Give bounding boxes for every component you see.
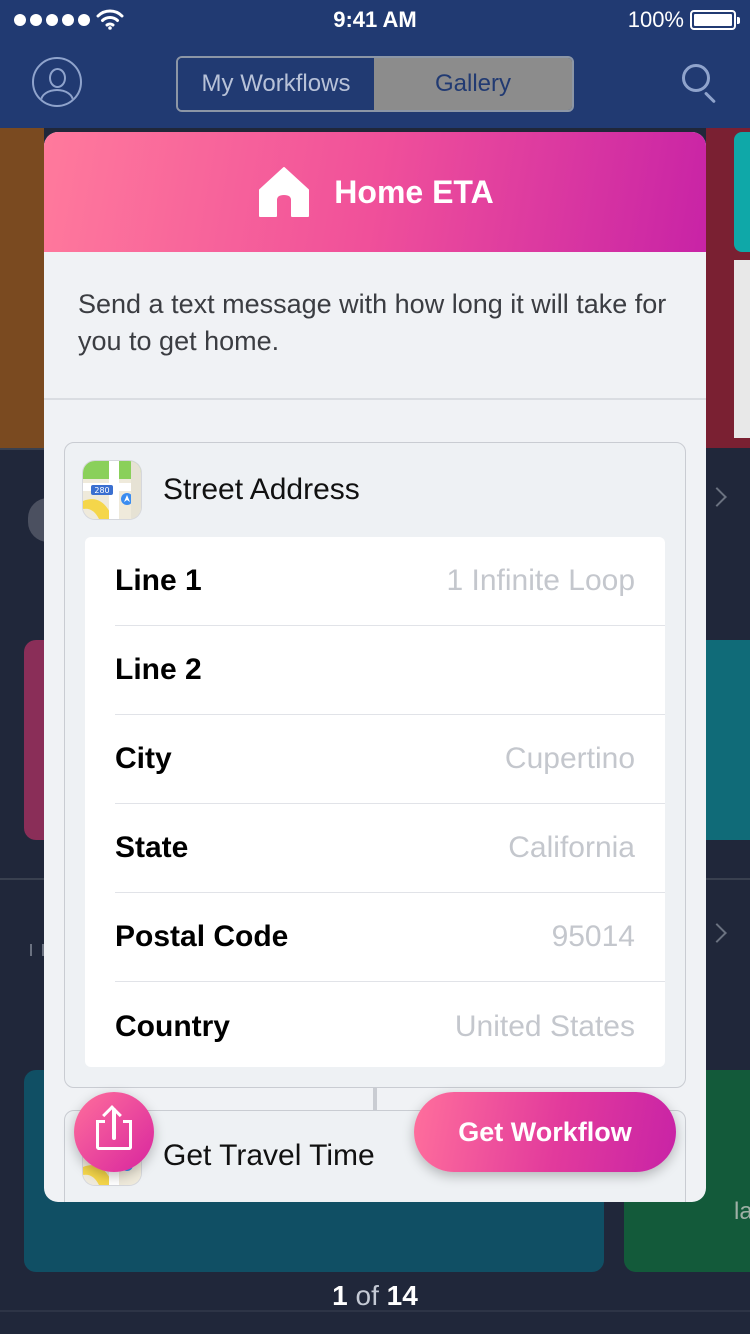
status-bar: 9:41 AM 100% xyxy=(0,0,750,40)
field-label: Country xyxy=(115,1009,230,1043)
field-line-1[interactable]: Line 1 1 Infinite Loop xyxy=(115,537,665,626)
field-label: Line 2 xyxy=(115,653,202,686)
get-workflow-button[interactable]: Get Workflow xyxy=(414,1092,676,1172)
current-page: 1 xyxy=(332,1280,348,1311)
workflow-segmented-control: My Workflows Gallery xyxy=(176,56,574,112)
svg-text:280: 280 xyxy=(94,486,109,495)
field-label: City xyxy=(115,742,172,775)
bottom-divider xyxy=(0,1310,750,1312)
background-card xyxy=(24,640,44,840)
battery-percentage: 100% xyxy=(627,7,684,32)
navigation-bar: 9:41 AM 100% My Workflows Gallery xyxy=(0,0,750,128)
field-country[interactable]: Country United States xyxy=(115,982,665,1071)
background-icon xyxy=(30,944,44,956)
action-header: 280 Street Address xyxy=(83,461,360,519)
field-postal-code[interactable]: Postal Code 95014 xyxy=(115,893,665,982)
workflow-title: Home ETA xyxy=(334,173,494,210)
description-section: Send a text message with how long it wil… xyxy=(44,252,706,400)
background-card xyxy=(734,132,750,252)
field-placeholder: 95014 xyxy=(551,920,635,953)
total-pages: 14 xyxy=(386,1280,418,1311)
tab-my-workflows[interactable]: My Workflows xyxy=(178,58,374,110)
page-indicator: 1 of 14 xyxy=(0,1280,750,1312)
field-placeholder: United States xyxy=(454,1009,635,1043)
field-label: Line 1 xyxy=(115,564,202,597)
share-button[interactable] xyxy=(74,1092,154,1172)
field-placeholder: 1 Infinite Loop xyxy=(446,564,635,597)
action-title: Street Address xyxy=(163,473,360,506)
tab-gallery[interactable]: Gallery xyxy=(374,58,572,110)
background-card xyxy=(734,260,750,438)
profile-icon[interactable] xyxy=(32,57,82,107)
address-form: Line 1 1 Infinite Loop Line 2 City Cuper… xyxy=(85,537,665,1067)
field-line-2[interactable]: Line 2 xyxy=(115,626,665,715)
background-card xyxy=(0,128,44,448)
field-state[interactable]: State California xyxy=(115,804,665,893)
workflow-description: Send a text message with how long it wil… xyxy=(78,289,667,356)
action-connector xyxy=(373,1088,377,1110)
background-divider xyxy=(0,448,44,450)
field-placeholder: Cupertino xyxy=(504,742,635,775)
background-card-text: la xyxy=(734,1198,750,1225)
chevron-right-icon xyxy=(707,923,727,943)
workflow-detail-card: Home ETA Send a text message with how lo… xyxy=(44,132,706,1202)
chevron-right-icon xyxy=(707,487,727,507)
field-label: State xyxy=(115,831,189,864)
maps-icon: 280 xyxy=(83,461,141,519)
action-street-address[interactable]: 280 Street Address Line 1 1 Infinite Loo… xyxy=(64,442,686,1088)
field-label: Postal Code xyxy=(115,920,289,953)
search-icon[interactable] xyxy=(682,64,720,104)
battery-icon xyxy=(690,10,740,30)
field-placeholder: California xyxy=(508,831,635,864)
page-separator: of xyxy=(355,1280,379,1311)
field-city[interactable]: City Cupertino xyxy=(115,715,665,804)
home-icon xyxy=(256,164,312,220)
card-header: Home ETA xyxy=(44,132,706,252)
action-title: Get Travel Time xyxy=(163,1139,375,1172)
background-card xyxy=(706,640,750,840)
